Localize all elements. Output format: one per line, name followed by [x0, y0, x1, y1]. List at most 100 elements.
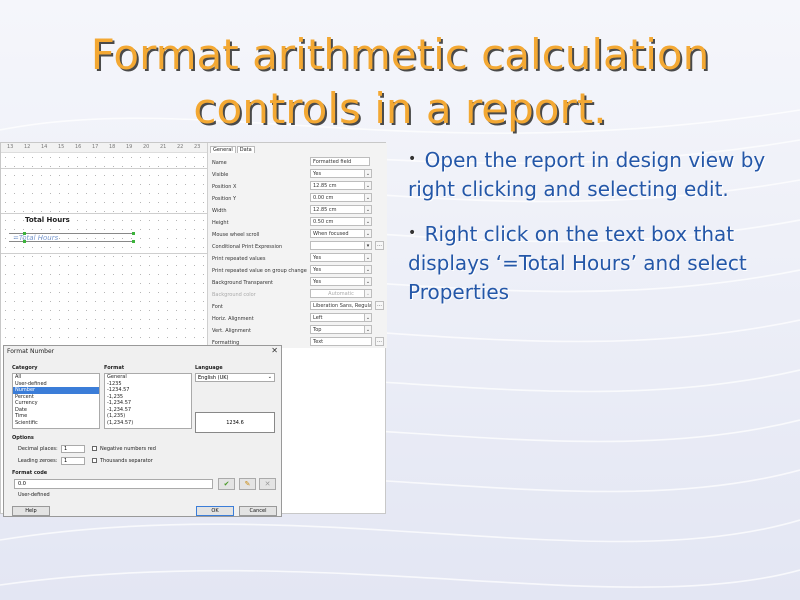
language-select[interactable]: English (UK) ⌄: [195, 373, 275, 382]
chevron-down-icon[interactable]: ⌄: [364, 229, 372, 238]
chevron-down-icon[interactable]: ⌄: [364, 277, 372, 286]
thousands-separator-label: Thousands separator: [100, 458, 153, 464]
prop-row-width: Width 12.85 cm ⌄: [212, 205, 372, 214]
mouse-wheel-select[interactable]: When focused: [310, 229, 372, 238]
category-list[interactable]: All User-defined Number Percent Currency…: [12, 373, 100, 429]
prop-row-font: Font Liberation Sans, Regular, …: [212, 301, 384, 310]
bullet-item: • Open the report in design view by righ…: [408, 148, 766, 201]
vert-alignment-select[interactable]: Top: [310, 325, 372, 334]
spin-icon[interactable]: ⌄: [364, 193, 372, 202]
leading-zeroes-stepper[interactable]: 1: [61, 457, 85, 465]
ellipsis-button[interactable]: …: [375, 301, 384, 310]
height-field[interactable]: 0.50 cm: [310, 217, 372, 226]
prop-row-name: Name Formatted field: [212, 157, 386, 167]
format-preview: 1234.6: [195, 412, 275, 433]
resize-handle[interactable]: [23, 232, 26, 235]
prop-row-print-group-change: Print repeated value on group change Yes…: [212, 265, 372, 274]
tab-general[interactable]: General: [210, 146, 236, 153]
help-button[interactable]: Help: [12, 506, 50, 516]
prop-row-mouse-wheel: Mouse wheel scroll When focused ⌄: [212, 229, 372, 238]
formatting-field[interactable]: Text: [310, 337, 372, 346]
cancel-button[interactable]: Cancel: [239, 506, 277, 516]
font-field[interactable]: Liberation Sans, Regular,: [310, 301, 372, 310]
prop-row-background-color: Background color Automatic ⌄: [212, 289, 372, 298]
bullet-item: • Right click on the text box that displ…: [408, 222, 747, 304]
prop-row-conditional-print: Conditional Print Expression ▾ …: [212, 241, 384, 250]
language-heading: Language: [195, 365, 223, 371]
properties-tabs: General Data: [210, 146, 256, 154]
bullet-icon: •: [408, 225, 417, 241]
spin-icon[interactable]: ⌄: [364, 181, 372, 190]
prop-row-print-repeated: Print repeated values Yes ⌄: [212, 253, 372, 262]
negative-red-checkbox[interactable]: [92, 446, 97, 451]
position-x-field[interactable]: 12.85 cm: [310, 181, 372, 190]
chevron-down-icon[interactable]: ⌄: [364, 169, 372, 178]
slide-title: Format arithmetic calculation controls i…: [90, 30, 710, 133]
tab-data[interactable]: Data: [236, 146, 255, 153]
spin-icon[interactable]: ⌄: [364, 205, 372, 214]
bullet-list: • Open the report in design view by righ…: [408, 145, 768, 322]
chevron-down-icon[interactable]: ⌄: [364, 313, 372, 322]
format-code-input[interactable]: 0.0: [14, 479, 213, 489]
band-divider: [1, 168, 207, 169]
options-heading: Options: [12, 435, 34, 441]
total-hours-label[interactable]: Total Hours: [25, 216, 70, 224]
position-y-field[interactable]: 0.00 cm: [310, 193, 372, 202]
dialog-title: Format Number: [7, 348, 55, 355]
print-repeated-select[interactable]: Yes: [310, 253, 372, 262]
chevron-down-icon[interactable]: ⌄: [364, 325, 372, 334]
horiz-alignment-select[interactable]: Left: [310, 313, 372, 322]
spin-icon[interactable]: ⌄: [364, 217, 372, 226]
resize-handle[interactable]: [23, 240, 26, 243]
print-group-change-select[interactable]: Yes: [310, 265, 372, 274]
format-number-dialog: Format Number ✕ Category All User-define…: [3, 345, 282, 517]
chevron-down-icon[interactable]: ⌄: [364, 265, 372, 274]
band-divider: [1, 253, 207, 254]
prop-row-position-y: Position Y 0.00 cm ⌄: [212, 193, 372, 202]
prop-row-visible: Visible Yes ⌄: [212, 169, 372, 178]
check-icon[interactable]: ✔: [218, 478, 235, 490]
visible-select[interactable]: Yes: [310, 169, 372, 178]
delete-icon[interactable]: ✕: [259, 478, 276, 490]
chevron-down-icon: ⌄: [364, 289, 372, 298]
total-hours-textbox[interactable]: =Total Hours: [9, 233, 135, 242]
prop-row-position-x: Position X 12.85 cm ⌄: [212, 181, 372, 190]
list-item[interactable]: Scientific: [13, 420, 99, 427]
chevron-down-icon[interactable]: ▾: [364, 241, 372, 250]
prop-row-vert-alignment: Vert. Alignment Top ⌄: [212, 325, 372, 334]
category-heading: Category: [12, 365, 38, 371]
band-divider: [1, 213, 207, 214]
chevron-down-icon[interactable]: ⌄: [364, 253, 372, 262]
bullet-icon: •: [408, 151, 417, 167]
format-heading: Format: [104, 365, 125, 371]
prop-row-horiz-alignment: Horiz. Alignment Left ⌄: [212, 313, 372, 322]
leading-zeroes-label: Leading zeroes:: [18, 458, 58, 464]
name-field[interactable]: Formatted field: [310, 157, 370, 166]
background-transparent-select[interactable]: Yes: [310, 277, 372, 286]
format-code-heading: Format code: [12, 470, 48, 476]
conditional-print-field[interactable]: [310, 241, 372, 250]
thousands-separator-checkbox[interactable]: [92, 458, 97, 463]
format-code-caption: User-defined: [18, 492, 50, 498]
background-color-select: Automatic: [310, 289, 372, 298]
edit-comment-icon[interactable]: ✎: [239, 478, 256, 490]
format-list[interactable]: General -1235 -1234.57 -1,235 -1,234.57 …: [104, 373, 192, 429]
slide: Format arithmetic calculation controls i…: [0, 0, 800, 600]
width-field[interactable]: 12.85 cm: [310, 205, 372, 214]
decimal-places-label: Decimal places:: [18, 446, 58, 452]
decimal-places-stepper[interactable]: 1: [61, 445, 85, 453]
chevron-down-icon: ⌄: [267, 374, 272, 380]
horizontal-ruler: 13 12 14 15 16 17 18 19 20 21 22 23: [1, 143, 207, 153]
report-design-area[interactable]: Total Hours =Total Hours: [1, 153, 207, 348]
resize-handle[interactable]: [132, 232, 135, 235]
properties-panel: General Data Name Formatted field Visible…: [207, 143, 387, 348]
list-item[interactable]: (1,234.57): [105, 420, 191, 427]
prop-row-height: Height 0.50 cm ⌄: [212, 217, 372, 226]
close-icon[interactable]: ✕: [271, 346, 278, 355]
ok-button[interactable]: OK: [196, 506, 234, 516]
prop-row-background-transparent: Background Transparent Yes ⌄: [212, 277, 372, 286]
negative-red-label: Negative numbers red: [100, 446, 156, 452]
resize-handle[interactable]: [132, 240, 135, 243]
ellipsis-button[interactable]: …: [375, 241, 384, 250]
ellipsis-button[interactable]: …: [375, 337, 384, 346]
